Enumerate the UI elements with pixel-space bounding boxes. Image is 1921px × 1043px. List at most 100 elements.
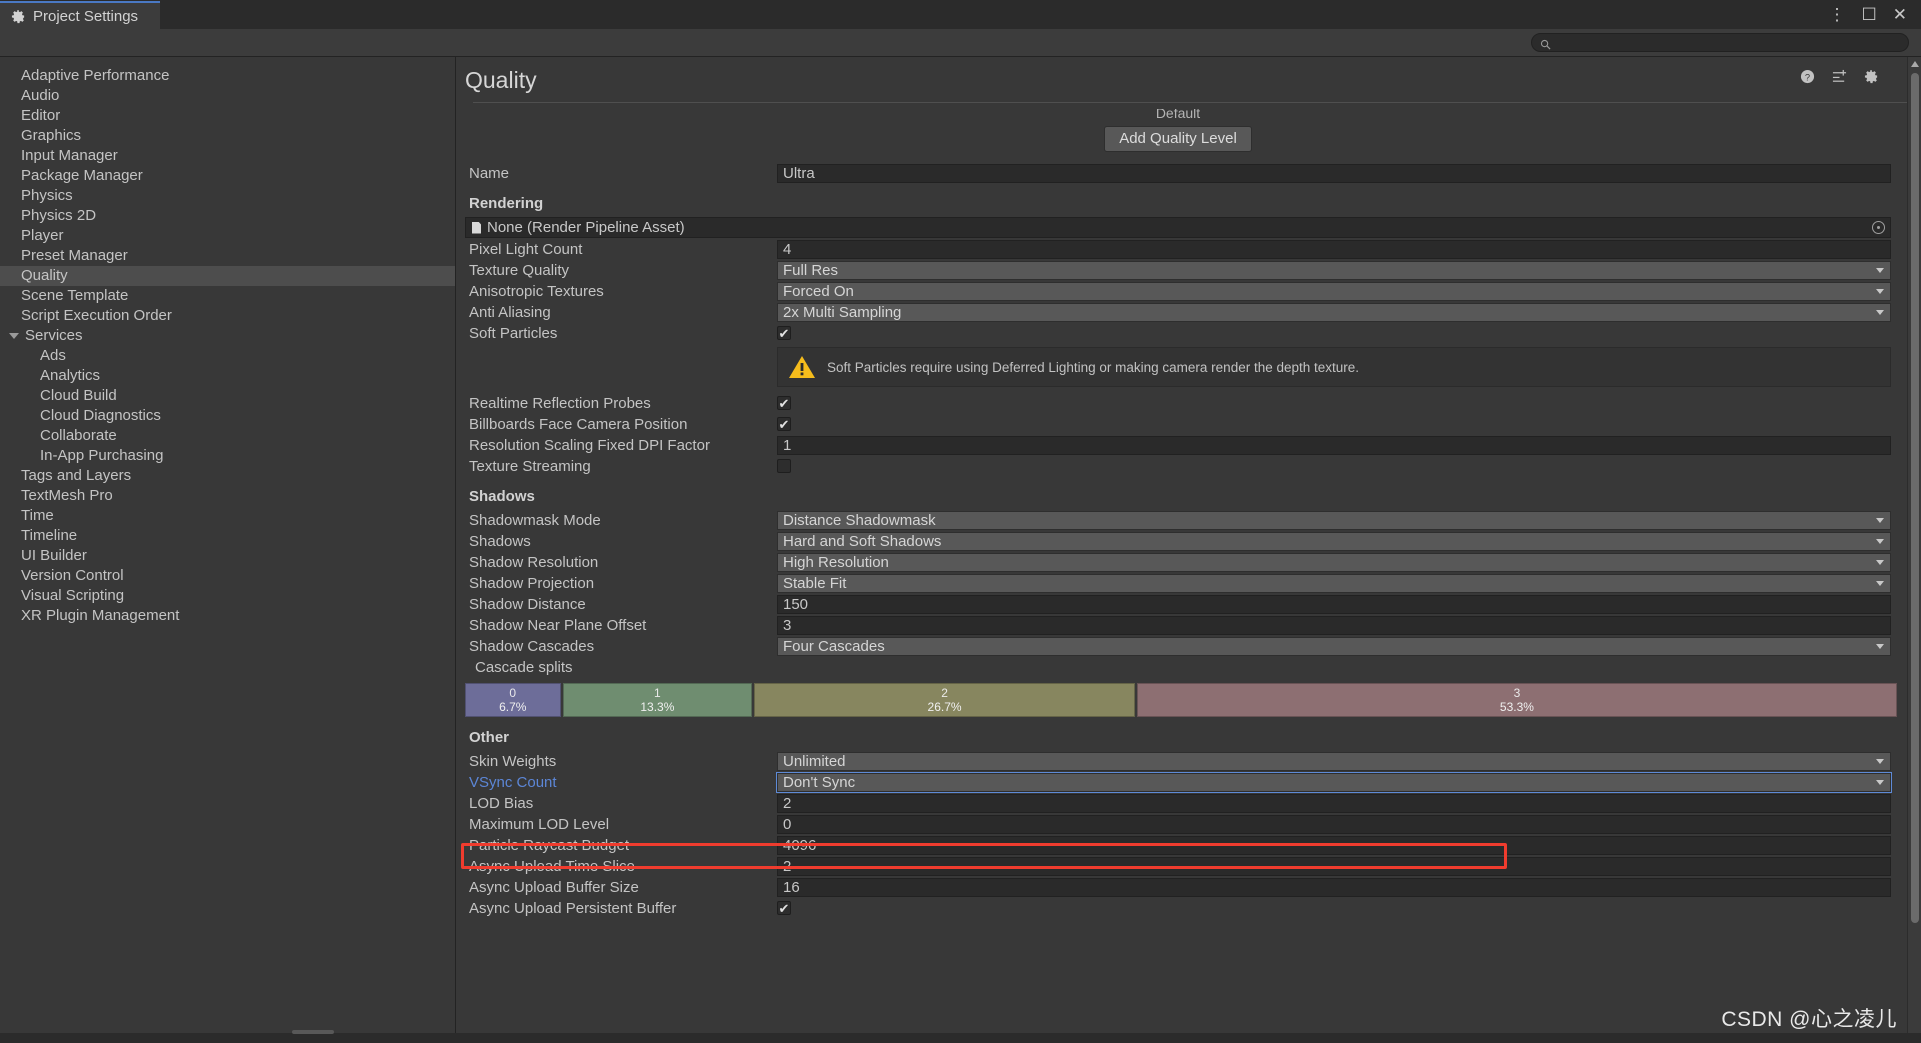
- tab-project-settings[interactable]: Project Settings: [0, 1, 160, 29]
- vsync-count-dropdown[interactable]: Don't Sync: [776, 771, 1892, 793]
- sidebar-item-script-execution-order[interactable]: Script Execution Order: [0, 306, 455, 326]
- gear-icon[interactable]: [1864, 69, 1879, 84]
- sidebar-item-preset-manager[interactable]: Preset Manager: [0, 246, 455, 266]
- skin-weights-dropdown[interactable]: Unlimited: [777, 751, 1891, 771]
- sidebar-item-collaborate[interactable]: Collaborate: [0, 426, 455, 446]
- sidebar-item-label: In-App Purchasing: [40, 447, 164, 464]
- lod-bias-input[interactable]: [777, 793, 1891, 813]
- cascade-split-3[interactable]: 3 53.3%: [1136, 683, 1897, 717]
- close-icon[interactable]: ✕: [1893, 6, 1907, 23]
- kebab-menu-icon[interactable]: ⋮: [1829, 6, 1846, 23]
- shadow-projection-dropdown[interactable]: Stable Fit: [777, 573, 1891, 593]
- pixel-light-count-input[interactable]: [777, 239, 1891, 259]
- shadow-resolution-dropdown[interactable]: High Resolution: [777, 552, 1891, 572]
- sidebar-item-ads[interactable]: Ads: [0, 346, 455, 366]
- settings-sidebar[interactable]: Adaptive Performance Audio Editor Graphics I…: [0, 57, 456, 1043]
- sidebar-item-label: Scene Template: [21, 287, 129, 304]
- async-upload-buffer-size-input[interactable]: [777, 877, 1891, 897]
- billboards-face-camera-position-checkbox[interactable]: ✔: [777, 417, 791, 431]
- sidebar-item-services[interactable]: Services: [0, 326, 455, 346]
- main-vertical-scrollbar[interactable]: [1907, 57, 1921, 1043]
- cascade-split-0[interactable]: 0 6.7%: [465, 683, 561, 717]
- row-realtime-reflection-probes: Realtime Reflection Probes ✔: [465, 393, 1891, 413]
- sidebar-item-input-manager[interactable]: Input Manager: [0, 146, 455, 166]
- sidebar-item-quality[interactable]: Quality: [0, 266, 455, 286]
- texture-quality-dropdown[interactable]: Full Res: [777, 260, 1891, 280]
- sidebar-item-physics-2d[interactable]: Physics 2D: [0, 206, 455, 226]
- chevron-down-icon[interactable]: [1876, 538, 1884, 544]
- chevron-down-icon[interactable]: [1876, 309, 1884, 315]
- help-icon[interactable]: ?: [1800, 69, 1815, 84]
- chevron-down-icon[interactable]: [1876, 758, 1884, 764]
- soft-particles-checkbox[interactable]: ✔: [777, 326, 791, 340]
- sidebar-item-player[interactable]: Player: [0, 226, 455, 246]
- anisotropic-textures-dropdown[interactable]: Forced On: [777, 281, 1891, 301]
- particle-raycast-budget-input[interactable]: [777, 835, 1891, 855]
- sidebar-item-package-manager[interactable]: Package Manager: [0, 166, 455, 186]
- sidebar-item-audio[interactable]: Audio: [0, 86, 455, 106]
- sidebar-item-cloud-diagnostics[interactable]: Cloud Diagnostics: [0, 406, 455, 426]
- resolution-scaling-fixed-dpi-factor-input[interactable]: [777, 435, 1891, 455]
- sidebar-item-physics[interactable]: Physics: [0, 186, 455, 206]
- shadows-dropdown[interactable]: Hard and Soft Shadows: [777, 531, 1891, 551]
- cascade-split-2[interactable]: 2 26.7%: [754, 683, 1135, 717]
- cascade-split-1[interactable]: 1 13.3%: [562, 683, 753, 717]
- sidebar-item-textmesh-pro[interactable]: TextMesh Pro: [0, 486, 455, 506]
- sidebar-item-editor[interactable]: Editor: [0, 106, 455, 126]
- sidebar-item-timeline[interactable]: Timeline: [0, 526, 455, 546]
- search-box[interactable]: [1531, 33, 1909, 52]
- sidebar-item-graphics[interactable]: Graphics: [0, 126, 455, 146]
- scroll-up-arrow[interactable]: [1911, 61, 1919, 67]
- chevron-down-icon[interactable]: [1876, 580, 1884, 586]
- sidebar-item-adaptive-performance[interactable]: Adaptive Performance: [0, 66, 455, 86]
- shadow-near-plane-offset-input[interactable]: [777, 615, 1891, 635]
- shadow-distance-field: [777, 594, 1891, 614]
- texture-streaming-checkbox[interactable]: [777, 459, 791, 473]
- async-upload-time-slice-input[interactable]: [777, 856, 1891, 876]
- maximize-icon[interactable]: ☐: [1862, 6, 1877, 23]
- preset-icon[interactable]: [1832, 69, 1847, 84]
- sidebar-item-version-control[interactable]: Version Control: [0, 566, 455, 586]
- async-upload-persistent-buffer-checkbox[interactable]: ✔: [777, 901, 791, 915]
- sidebar-item-scene-template[interactable]: Scene Template: [0, 286, 455, 306]
- shadow-cascades-dropdown[interactable]: Four Cascades: [777, 636, 1891, 656]
- chevron-down-icon[interactable]: [1876, 288, 1884, 294]
- page-title: Quality: [465, 67, 537, 93]
- chevron-down-icon[interactable]: [9, 333, 19, 339]
- realtime-reflection-probes-checkbox[interactable]: ✔: [777, 396, 791, 410]
- maximum-lod-level-field: [777, 814, 1891, 834]
- cascade-splits-bar[interactable]: 0 6.7% 1 13.3% 2 26.7% 3 53.3%: [465, 683, 1897, 717]
- async-upload-buffer-size-label: Async Upload Buffer Size: [469, 878, 639, 896]
- sidebar-item-time[interactable]: Time: [0, 506, 455, 526]
- shadow-distance-input[interactable]: [777, 594, 1891, 614]
- shadow-projection-label: Shadow Projection: [469, 574, 595, 592]
- scrollbar-thumb[interactable]: [1911, 73, 1919, 923]
- row-shadows: Shadows Hard and Soft Shadows: [465, 531, 1891, 551]
- name-input[interactable]: [777, 163, 1891, 183]
- shadowmask-mode-dropdown[interactable]: Distance Shadowmask: [777, 510, 1891, 530]
- quality-settings-panel: Quality ? Default Add Quality Level Name: [457, 57, 1921, 1043]
- chevron-down-icon[interactable]: [1876, 779, 1884, 785]
- chevron-down-icon[interactable]: [1876, 643, 1884, 649]
- name-label: Name: [469, 164, 510, 182]
- shadows-field: Hard and Soft Shadows: [777, 531, 1891, 551]
- object-picker-icon[interactable]: [1872, 221, 1885, 234]
- render-pipeline-asset-field[interactable]: None (Render Pipeline Asset): [465, 217, 1891, 238]
- search-input[interactable]: [1556, 34, 1886, 51]
- soft-particles-warning-text: Soft Particles require using Deferred Li…: [827, 359, 1360, 375]
- maximum-lod-level-input[interactable]: [777, 814, 1891, 834]
- sidebar-item-in-app-purchasing[interactable]: In-App Purchasing: [0, 446, 455, 466]
- sidebar-item-xr-plugin-management[interactable]: XR Plugin Management: [0, 606, 455, 626]
- add-quality-level-button[interactable]: Add Quality Level: [1104, 126, 1252, 152]
- sidebar-item-analytics[interactable]: Analytics: [0, 366, 455, 386]
- sidebar-item-tags-and-layers[interactable]: Tags and Layers: [0, 466, 455, 486]
- chevron-down-icon[interactable]: [1876, 517, 1884, 523]
- render-pipeline-asset-value: None (Render Pipeline Asset): [487, 219, 685, 236]
- sidebar-item-visual-scripting[interactable]: Visual Scripting: [0, 586, 455, 606]
- sidebar-item-cloud-build[interactable]: Cloud Build: [0, 386, 455, 406]
- sidebar-item-ui-builder[interactable]: UI Builder: [0, 546, 455, 566]
- chevron-down-icon[interactable]: [1876, 267, 1884, 273]
- quality-content: Default Add Quality Level Name Rendering…: [457, 109, 1921, 918]
- chevron-down-icon[interactable]: [1876, 559, 1884, 565]
- anti-aliasing-dropdown[interactable]: 2x Multi Sampling: [777, 302, 1891, 322]
